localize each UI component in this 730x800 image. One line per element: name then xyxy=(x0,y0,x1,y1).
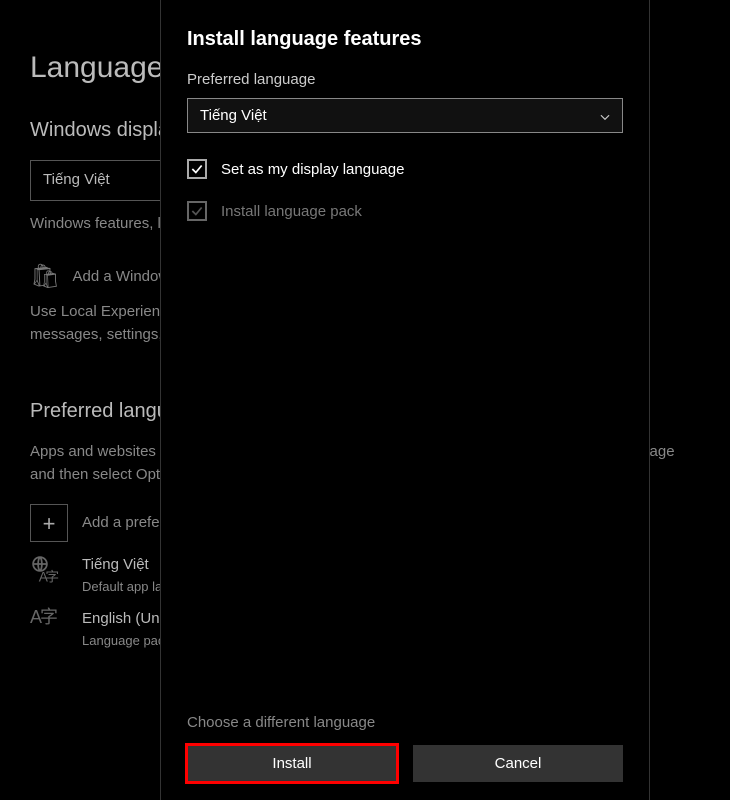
checkbox-disabled-icon xyxy=(187,201,207,221)
cancel-button[interactable]: Cancel xyxy=(413,745,623,782)
store-icon: 🛍 xyxy=(30,265,58,289)
choose-different-language-link[interactable]: Choose a different language xyxy=(187,714,623,731)
preferred-language-label: Preferred language xyxy=(187,71,623,88)
set-display-language-label: Set as my display language xyxy=(221,161,404,178)
svg-text:A字: A字 xyxy=(39,570,59,585)
install-language-pack-label: Install language pack xyxy=(221,203,362,220)
plus-icon: + xyxy=(30,504,68,542)
set-display-language-option[interactable]: Set as my display language xyxy=(187,159,623,179)
install-button[interactable]: Install xyxy=(187,745,397,782)
preferred-language-dropdown[interactable]: Tiếng Việt xyxy=(187,98,623,133)
language-icon: A字 xyxy=(30,608,68,650)
dropdown-value: Tiếng Việt xyxy=(200,107,267,124)
chevron-down-icon xyxy=(598,110,610,122)
dialog-button-row: Install Cancel xyxy=(187,745,623,782)
install-language-pack-option: Install language pack xyxy=(187,201,623,221)
install-language-features-dialog: Install language features Preferred lang… xyxy=(160,0,650,800)
globe-language-icon: A字 xyxy=(30,554,68,596)
checkbox-checked-icon xyxy=(187,159,207,179)
dialog-title: Install language features xyxy=(187,28,623,51)
